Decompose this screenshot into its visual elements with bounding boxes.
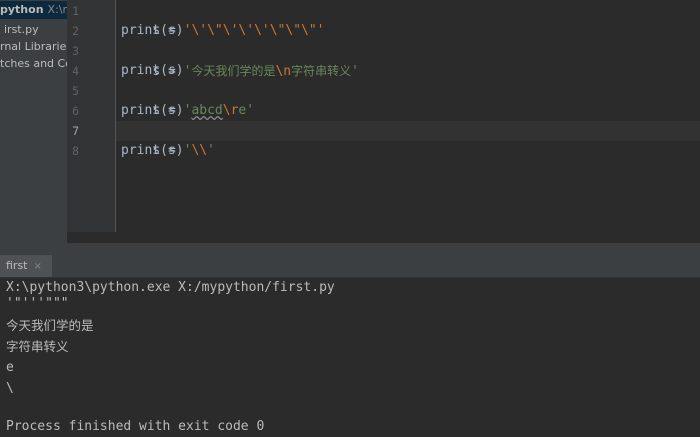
- panel-splitter[interactable]: [0, 243, 700, 255]
- editor-gutter: 1 2 3 4 5 6 7 8: [67, 0, 116, 232]
- line-number: 3: [72, 44, 79, 58]
- run-tab-first[interactable]: first ×: [0, 255, 52, 277]
- console-line-output: 今天我们学的是: [6, 318, 94, 333]
- code-editor[interactable]: s = '\'\"\'\'\'\"\"\"' print(s) s = '今天我…: [116, 0, 700, 232]
- code-line-8[interactable]: print(s): [121, 141, 184, 161]
- code-line-3[interactable]: s = '今天我们学的是\n字符串转义': [121, 41, 359, 79]
- editor-bottom-area: [67, 232, 700, 243]
- console-line-output: '"'''""": [6, 296, 69, 311]
- escape-sequence: \\: [191, 143, 208, 158]
- string-quote: ': [207, 143, 215, 158]
- run-console[interactable]: X:\python3\python.exe X:/mypython/first.…: [0, 278, 700, 436]
- line-number: 5: [72, 84, 79, 98]
- escape-sequence: \r: [222, 103, 239, 118]
- code-line-5[interactable]: s = 'abcd\re': [121, 81, 254, 118]
- project-root-item[interactable]: pythonX:\my: [0, 1, 67, 19]
- string-text: 字符串转义: [291, 64, 352, 78]
- console-line-output: e: [6, 360, 14, 375]
- tree-item-first-py[interactable]: irst.py: [4, 21, 39, 39]
- tree-item-external-libraries[interactable]: rnal Libraries: [0, 38, 67, 56]
- code-line-4[interactable]: print(s): [121, 61, 184, 81]
- escape-sequence: \n: [275, 64, 292, 79]
- line-number: 2: [72, 24, 79, 38]
- code-line-2[interactable]: print(s): [121, 21, 184, 41]
- string-quote: ': [351, 64, 359, 79]
- string-quote: ': [246, 103, 255, 118]
- string-literal: '\'\"\'\'\'\"\"\"': [183, 23, 325, 38]
- line-number-current: 7: [72, 124, 79, 138]
- close-icon[interactable]: ×: [34, 261, 42, 272]
- run-tab-label: first: [6, 259, 28, 272]
- console-line-output: 字符串转义: [6, 339, 69, 354]
- line-number: 6: [72, 104, 79, 118]
- run-toolwindow-header: first ×: [0, 255, 700, 278]
- code-line-1[interactable]: s = '\'\"\'\'\'\"\"\"': [121, 1, 324, 38]
- project-root-name: python: [0, 3, 44, 16]
- console-line-exit-status: Process finished with exit code 0: [6, 419, 265, 434]
- string-text: abcd: [191, 103, 223, 118]
- code-line-6[interactable]: print(s): [121, 101, 184, 121]
- code-line-7[interactable]: s = '\\': [121, 121, 215, 158]
- string-text: 今天我们学的是: [191, 64, 276, 78]
- line-number: 4: [72, 64, 79, 78]
- line-number: 8: [72, 144, 79, 158]
- tree-item-scratches-and-consoles[interactable]: tches and Co: [0, 55, 67, 73]
- console-line-output: \: [6, 381, 14, 396]
- project-tree-panel: pythonX:\my irst.py rnal Libraries tches…: [0, 0, 68, 243]
- line-number: 1: [72, 4, 79, 18]
